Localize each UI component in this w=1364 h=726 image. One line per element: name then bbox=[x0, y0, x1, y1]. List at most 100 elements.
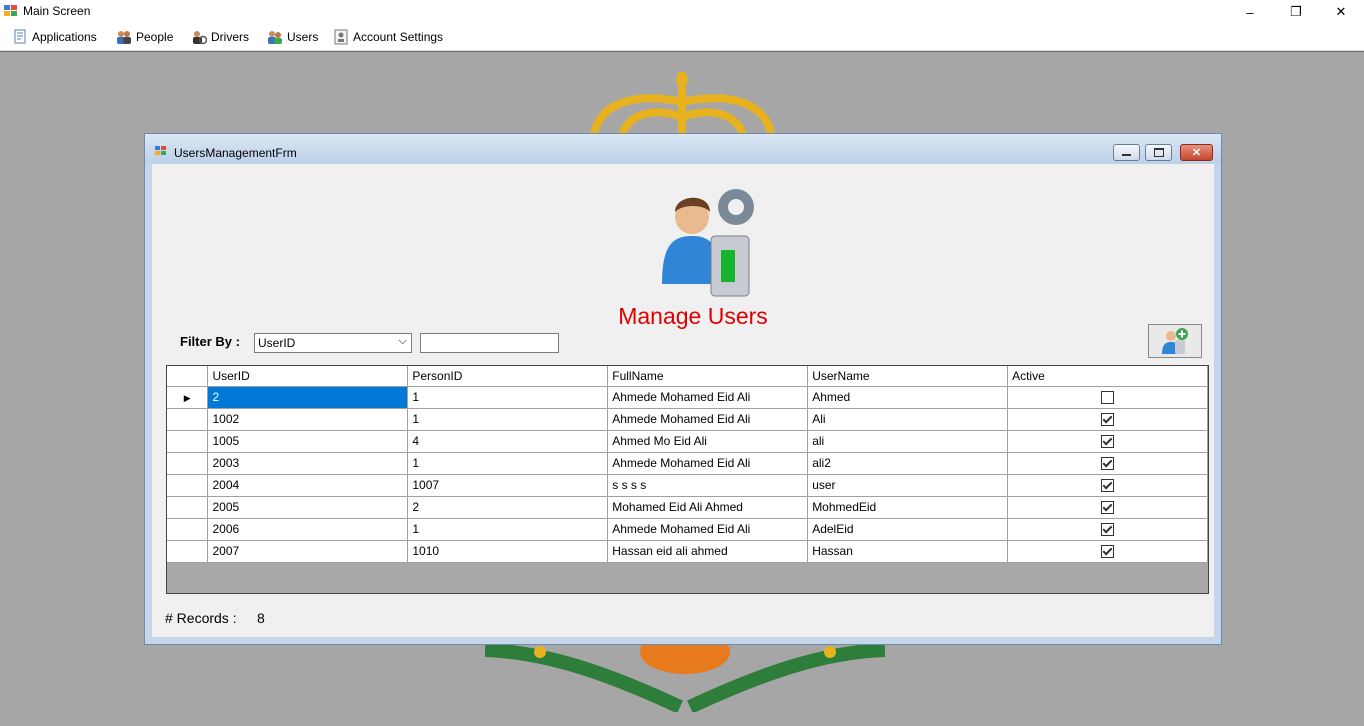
menu-account-settings[interactable]: Account Settings bbox=[333, 27, 443, 47]
row-header[interactable] bbox=[167, 452, 209, 475]
column-header-active[interactable]: Active bbox=[1007, 366, 1208, 387]
cell-active[interactable] bbox=[1007, 474, 1208, 497]
cell-full-name[interactable]: Hassan eid ali ahmed bbox=[607, 540, 809, 563]
filter-dropdown[interactable]: UserID ⌵ bbox=[254, 333, 412, 353]
crown-emblem-icon bbox=[589, 72, 776, 142]
cell-active[interactable] bbox=[1007, 430, 1208, 453]
cell-user-id[interactable]: 2 bbox=[207, 386, 409, 409]
cell-person-id[interactable]: 1007 bbox=[407, 474, 609, 497]
cell-person-id[interactable]: 1 bbox=[407, 386, 609, 409]
cell-user-name[interactable]: Ali bbox=[807, 408, 1009, 431]
cell-user-id[interactable]: 2003 bbox=[207, 452, 409, 475]
column-header-userid[interactable]: UserID bbox=[207, 366, 409, 387]
cell-person-id[interactable]: 4 bbox=[407, 430, 609, 453]
cell-user-id[interactable]: 1005 bbox=[207, 430, 409, 453]
active-checkbox[interactable] bbox=[1101, 457, 1115, 471]
cell-active[interactable] bbox=[1007, 496, 1208, 519]
row-header[interactable] bbox=[167, 474, 209, 497]
cell-person-id[interactable]: 1 bbox=[407, 452, 609, 475]
cell-person-id[interactable]: 2 bbox=[407, 496, 609, 519]
page-title: Manage Users bbox=[618, 303, 768, 329]
child-close-button[interactable]: ✕ bbox=[1180, 144, 1213, 161]
row-header[interactable] bbox=[167, 518, 209, 541]
table-row[interactable]: 1005 4 Ahmed Mo Eid Ali ali bbox=[167, 430, 1208, 453]
active-checkbox[interactable] bbox=[1101, 413, 1115, 427]
row-header[interactable] bbox=[167, 496, 209, 519]
menu-users[interactable]: Users bbox=[267, 27, 318, 47]
cell-person-id[interactable]: 1 bbox=[407, 408, 609, 431]
grid-body: ▶ 2 1 Ahmede Mohamed Eid Ali Ahmed 1002 1 Ahmed… bbox=[167, 386, 1208, 563]
cell-full-name[interactable]: Ahmede Mohamed Eid Ali bbox=[607, 408, 809, 431]
cell-user-name[interactable]: Hassan bbox=[807, 540, 1009, 563]
cell-person-id[interactable]: 1 bbox=[407, 518, 609, 541]
people-icon bbox=[117, 31, 131, 44]
child-maximize-button[interactable] bbox=[1145, 144, 1172, 161]
child-maximize-icon bbox=[1153, 148, 1164, 157]
table-row[interactable]: 2004 1007 s s s s user bbox=[167, 474, 1208, 497]
cell-full-name[interactable]: s s s s bbox=[607, 474, 809, 497]
row-header[interactable] bbox=[167, 430, 209, 453]
menu-applications[interactable]: Applications bbox=[12, 27, 97, 47]
cell-active[interactable] bbox=[1007, 518, 1208, 541]
cell-full-name[interactable]: Mohamed Eid Ali Ahmed bbox=[607, 496, 809, 519]
table-row[interactable]: 1002 1 Ahmede Mohamed Eid Ali Ali bbox=[167, 408, 1208, 431]
add-user-button[interactable] bbox=[1148, 324, 1202, 358]
column-header-username[interactable]: UserName bbox=[807, 366, 1009, 387]
table-row[interactable]: 2003 1 Ahmede Mohamed Eid Ali ali2 bbox=[167, 452, 1208, 475]
cell-active[interactable] bbox=[1007, 452, 1208, 475]
chevron-down-icon: ⌵ bbox=[398, 335, 407, 347]
account-settings-icon bbox=[334, 29, 348, 45]
cell-user-name[interactable]: ali2 bbox=[807, 452, 1009, 475]
cell-user-id[interactable]: 2005 bbox=[207, 496, 409, 519]
child-title-bar[interactable]: UsersManagementFrm ✕ bbox=[145, 134, 1221, 164]
form-icon bbox=[155, 146, 166, 155]
restore-button[interactable]: ❐ bbox=[1273, 0, 1319, 24]
cell-full-name[interactable]: Ahmede Mohamed Eid Ali bbox=[607, 518, 809, 541]
active-checkbox[interactable] bbox=[1101, 501, 1115, 515]
table-row[interactable]: ▶ 2 1 Ahmede Mohamed Eid Ali Ahmed bbox=[167, 386, 1208, 409]
cell-user-id[interactable]: 2004 bbox=[207, 474, 409, 497]
cell-user-name[interactable]: AdelEid bbox=[807, 518, 1009, 541]
row-header[interactable] bbox=[167, 408, 209, 431]
active-checkbox[interactable] bbox=[1101, 523, 1115, 537]
active-checkbox[interactable] bbox=[1101, 391, 1115, 405]
manage-users-icon bbox=[662, 189, 754, 297]
active-checkbox[interactable] bbox=[1101, 545, 1115, 559]
wreath-emblem-icon bbox=[485, 642, 885, 712]
column-header-fullname[interactable]: FullName bbox=[607, 366, 809, 387]
records-count: 8 bbox=[257, 610, 265, 626]
minimize-button[interactable]: – bbox=[1227, 0, 1273, 24]
menu-drivers[interactable]: Drivers bbox=[191, 27, 249, 47]
table-row[interactable]: 2006 1 Ahmede Mohamed Eid Ali AdelEid bbox=[167, 518, 1208, 541]
column-header-personid[interactable]: PersonID bbox=[407, 366, 609, 387]
child-minimize-button[interactable] bbox=[1113, 144, 1140, 161]
cell-full-name[interactable]: Ahmede Mohamed Eid Ali bbox=[607, 386, 809, 409]
cell-user-name[interactable]: user bbox=[807, 474, 1009, 497]
cell-active[interactable] bbox=[1007, 408, 1208, 431]
cell-person-id[interactable]: 1010 bbox=[407, 540, 609, 563]
table-row[interactable]: 2007 1010 Hassan eid ali ahmed Hassan bbox=[167, 540, 1208, 563]
menu-people[interactable]: People bbox=[116, 27, 173, 47]
active-checkbox[interactable] bbox=[1101, 479, 1115, 493]
table-row[interactable]: 2005 2 Mohamed Eid Ali Ahmed MohmedEid bbox=[167, 496, 1208, 519]
active-checkbox[interactable] bbox=[1101, 435, 1115, 449]
cell-user-id[interactable]: 2007 bbox=[207, 540, 409, 563]
cell-user-id[interactable]: 2006 bbox=[207, 518, 409, 541]
cell-full-name[interactable]: Ahmede Mohamed Eid Ali bbox=[607, 452, 809, 475]
records-label: # Records : bbox=[165, 610, 237, 626]
close-button[interactable]: ✕ bbox=[1318, 0, 1364, 24]
row-header[interactable] bbox=[167, 540, 209, 563]
cell-user-name[interactable]: ali bbox=[807, 430, 1009, 453]
form-client-area: Manage Users Filter By : UserID ⌵ UserID… bbox=[152, 164, 1214, 637]
cell-user-id[interactable]: 1002 bbox=[207, 408, 409, 431]
cell-active[interactable] bbox=[1007, 540, 1208, 563]
cell-user-name[interactable]: MohmedEid bbox=[807, 496, 1009, 519]
cell-full-name[interactable]: Ahmed Mo Eid Ali bbox=[607, 430, 809, 453]
grid-header-row: UserID PersonID FullName UserName Active bbox=[167, 366, 1208, 387]
row-header[interactable]: ▶ bbox=[167, 386, 209, 409]
filter-input[interactable] bbox=[420, 333, 559, 353]
cell-active[interactable] bbox=[1007, 386, 1208, 409]
cell-user-name[interactable]: Ahmed bbox=[807, 386, 1009, 409]
users-grid[interactable]: UserID PersonID FullName UserName Active… bbox=[166, 365, 1209, 594]
restore-icon: ❐ bbox=[1290, 4, 1302, 19]
